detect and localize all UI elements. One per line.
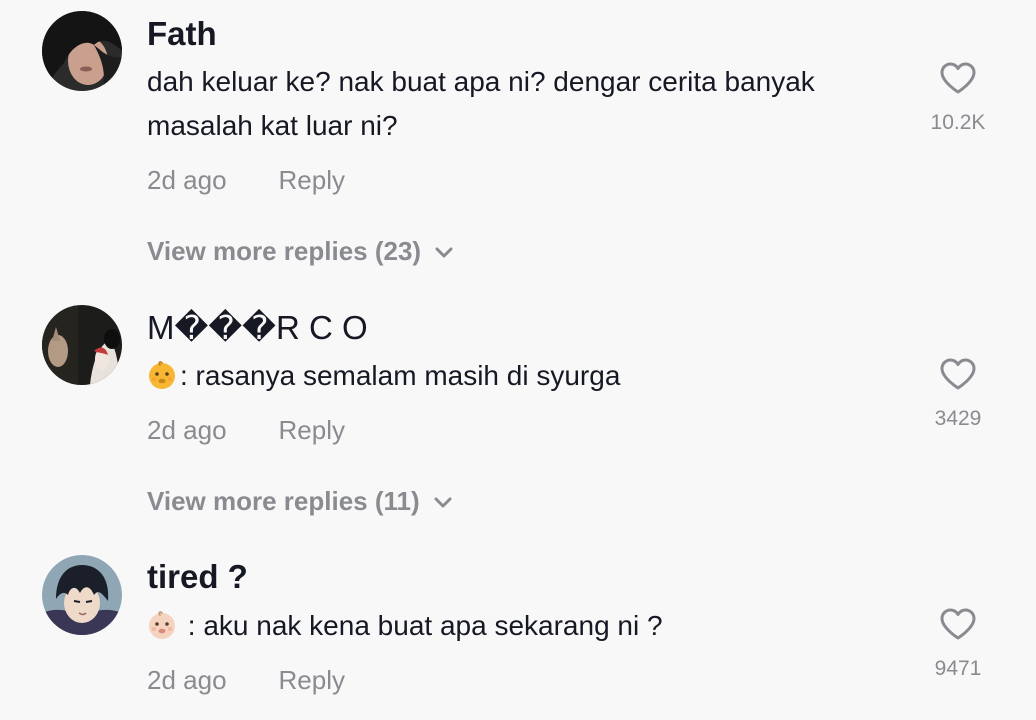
like-count: 10.2K: [930, 111, 986, 134]
view-more-label: View more replies (23): [147, 236, 422, 266]
like-button[interactable]: 10.2K: [926, 61, 990, 135]
reply-button[interactable]: Reply: [279, 665, 345, 695]
reply-button[interactable]: Reply: [279, 165, 345, 195]
comment-username[interactable]: tired ?: [147, 558, 248, 596]
comment-time: 2d ago: [147, 165, 227, 195]
comment-meta: 2d ago Reply: [147, 665, 345, 696]
view-more-replies-button[interactable]: View more replies (23): [147, 236, 453, 267]
like-count: 3429: [934, 407, 982, 430]
chevron-down-icon: [434, 497, 452, 508]
like-button[interactable]: 3429: [926, 357, 990, 431]
like-count: 9471: [934, 657, 982, 680]
baby-face-emoji: [147, 359, 177, 403]
comment-time: 2d ago: [147, 665, 227, 695]
comments-list: Fath dah keluar ke? nak buat apa ni? den…: [0, 0, 1036, 720]
view-more-label: View more replies (11): [147, 486, 420, 516]
view-more-replies-button[interactable]: View more replies (11): [147, 486, 452, 517]
chevron-down-icon: [435, 247, 453, 258]
comment-text: dah keluar ke? nak buat apa ni? dengar c…: [147, 66, 815, 141]
heart-icon[interactable]: [926, 357, 990, 391]
avatar[interactable]: [42, 11, 122, 91]
like-button[interactable]: 9471: [926, 607, 990, 681]
comment-meta: 2d ago Reply: [147, 415, 345, 446]
comment-text: : rasanya semalam masih di syurga: [147, 354, 917, 403]
comment-text-content: : rasanya semalam masih di syurga: [180, 360, 621, 391]
comment-username[interactable]: Fath: [147, 15, 217, 53]
comment-text-content: : aku nak kena buat apa sekarang ni ?: [180, 610, 663, 641]
comment-username[interactable]: M���R C O: [147, 308, 368, 347]
comment-text: : aku nak kena buat apa sekarang ni ?: [147, 604, 917, 653]
baby-face-emoji: [147, 609, 177, 653]
avatar[interactable]: [42, 305, 122, 385]
comment-meta: 2d ago Reply: [147, 165, 345, 196]
reply-button[interactable]: Reply: [279, 415, 345, 445]
heart-icon[interactable]: [926, 61, 990, 95]
avatar[interactable]: [42, 555, 122, 635]
comment-time: 2d ago: [147, 415, 227, 445]
heart-icon[interactable]: [926, 607, 990, 641]
